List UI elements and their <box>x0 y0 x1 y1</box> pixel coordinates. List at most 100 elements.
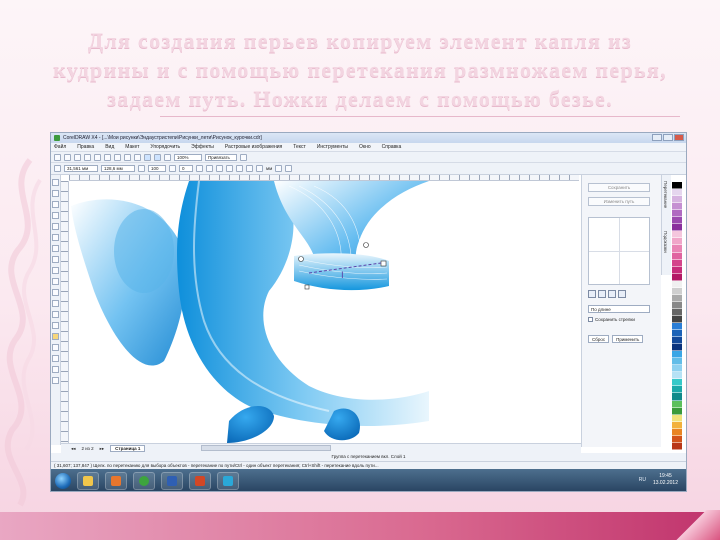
system-clock[interactable]: 19:45 13.02.2012 <box>653 473 678 487</box>
palette-swatch[interactable] <box>672 315 682 323</box>
pick-tool-icon[interactable] <box>52 179 59 186</box>
clear-blend-icon[interactable] <box>285 165 293 172</box>
polygon-tool-icon[interactable] <box>52 267 59 274</box>
maximize-button[interactable] <box>663 134 673 141</box>
import-icon[interactable] <box>144 153 151 161</box>
palette-swatch[interactable] <box>672 224 682 232</box>
path-properties-icon[interactable] <box>246 165 253 172</box>
app-launcher-icon[interactable] <box>164 153 171 161</box>
palette-swatch[interactable] <box>672 379 682 387</box>
palette-swatch[interactable] <box>672 322 682 331</box>
crop-tool-icon[interactable] <box>52 201 59 208</box>
paste-icon[interactable] <box>114 153 121 161</box>
start-button[interactable] <box>55 473 71 489</box>
taskbar-coreldraw[interactable] <box>133 472 155 490</box>
palette-swatch[interactable] <box>672 442 682 450</box>
docker-edit-path-button[interactable]: Изменить путь <box>588 197 650 206</box>
redo-icon[interactable] <box>134 153 141 161</box>
palette-swatch[interactable] <box>672 407 682 415</box>
blend-steps-tab-icon[interactable] <box>588 290 596 298</box>
page-tab-current[interactable]: Страница 1 <box>110 445 146 452</box>
palette-swatch[interactable] <box>672 414 682 422</box>
first-page-icon[interactable]: ◂◂ <box>71 446 76 452</box>
color-acceleration-icon[interactable] <box>236 165 243 172</box>
copy-icon[interactable] <box>104 153 111 161</box>
palette-swatch[interactable] <box>672 330 682 338</box>
docker-checkbox[interactable] <box>588 317 593 322</box>
print-icon[interactable] <box>84 153 91 161</box>
save-icon[interactable] <box>74 153 81 161</box>
palette-swatch[interactable] <box>672 266 682 274</box>
menu-edit[interactable]: Правка <box>77 144 94 150</box>
menu-bitmaps[interactable]: Растровые изображения <box>225 144 282 150</box>
dimension-tool-icon[interactable] <box>52 311 59 318</box>
text-tool-icon[interactable] <box>52 289 59 296</box>
menu-file[interactable]: Файл <box>54 144 66 150</box>
palette-swatch[interactable] <box>672 238 682 246</box>
palette-swatch[interactable] <box>672 203 682 211</box>
y-position-field[interactable]: 128,6 мм <box>101 165 135 172</box>
eyedropper-tool-icon[interactable] <box>52 344 59 351</box>
preset-icon[interactable] <box>54 165 61 172</box>
palette-swatch[interactable] <box>672 273 682 281</box>
taskbar-photo[interactable] <box>217 472 239 490</box>
blend-tool-icon[interactable] <box>52 333 59 340</box>
rectangle-tool-icon[interactable] <box>52 245 59 252</box>
palette-swatch[interactable] <box>672 231 682 239</box>
palette-swatch[interactable] <box>672 196 682 204</box>
blend-misc-tab-icon[interactable] <box>618 290 626 298</box>
menu-layout[interactable]: Макет <box>125 144 139 150</box>
cut-icon[interactable] <box>94 153 101 161</box>
blend-handle-base[interactable] <box>304 284 310 290</box>
menu-effects[interactable]: Эффекты <box>191 144 214 150</box>
menu-arrange[interactable]: Упорядочить <box>150 144 180 150</box>
palette-swatch[interactable] <box>672 245 682 253</box>
palette-swatch[interactable] <box>672 217 682 225</box>
copy-blend-icon[interactable] <box>275 165 283 172</box>
palette-swatch[interactable] <box>672 182 682 190</box>
zoom-level-field[interactable]: 100% <box>174 153 202 161</box>
menu-view[interactable]: Вид <box>105 144 114 150</box>
palette-swatch[interactable] <box>672 365 682 373</box>
undo-icon[interactable] <box>124 153 131 161</box>
export-icon[interactable] <box>154 153 161 161</box>
docker-reset-button[interactable]: Сброс <box>588 335 610 343</box>
palette-swatch[interactable] <box>672 344 682 352</box>
color-palette[interactable] <box>672 175 682 450</box>
palette-swatch[interactable] <box>672 252 682 260</box>
palette-swatch[interactable] <box>672 301 682 309</box>
blend-acceleration-tab-icon[interactable] <box>598 290 606 298</box>
language-indicator[interactable]: RU <box>639 477 646 483</box>
object-acceleration-icon[interactable] <box>226 165 233 172</box>
zoom-tool-icon[interactable] <box>52 212 59 219</box>
docker-tab-blend[interactable]: Перетекание <box>663 181 668 208</box>
menu-help[interactable]: Справка <box>382 144 402 150</box>
palette-swatch[interactable] <box>672 421 682 429</box>
blend-direction-field[interactable]: 0 <box>179 165 193 172</box>
palette-swatch[interactable] <box>672 287 682 295</box>
taskbar-word[interactable] <box>161 472 183 490</box>
close-button[interactable] <box>674 134 684 141</box>
palette-swatch[interactable] <box>672 351 682 359</box>
blend-color-tab-icon[interactable] <box>608 290 616 298</box>
minimize-button[interactable] <box>652 134 662 141</box>
ellipse-tool-icon[interactable] <box>52 256 59 263</box>
counterclockwise-blend-icon[interactable] <box>216 165 223 172</box>
docker-apply-button[interactable]: Применить <box>612 335 644 343</box>
palette-swatch[interactable] <box>672 393 682 401</box>
clockwise-blend-icon[interactable] <box>206 165 213 172</box>
outline-tool-icon[interactable] <box>52 355 59 362</box>
menu-tools[interactable]: Инструменты <box>317 144 348 150</box>
blend-steps-field[interactable]: 100 <box>148 165 166 172</box>
shape-tool-icon[interactable] <box>52 190 59 197</box>
palette-swatch[interactable] <box>672 337 682 345</box>
menu-text[interactable]: Текст <box>293 144 306 150</box>
freehand-tool-icon[interactable] <box>52 223 59 230</box>
interactive-fill-tool-icon[interactable] <box>52 377 59 384</box>
more-blend-options-icon[interactable] <box>256 165 263 172</box>
connector-tool-icon[interactable] <box>52 322 59 329</box>
palette-swatch[interactable] <box>672 259 682 267</box>
palette-swatch[interactable] <box>672 428 682 436</box>
vertical-ruler[interactable] <box>61 181 69 443</box>
palette-swatch[interactable] <box>672 372 682 380</box>
